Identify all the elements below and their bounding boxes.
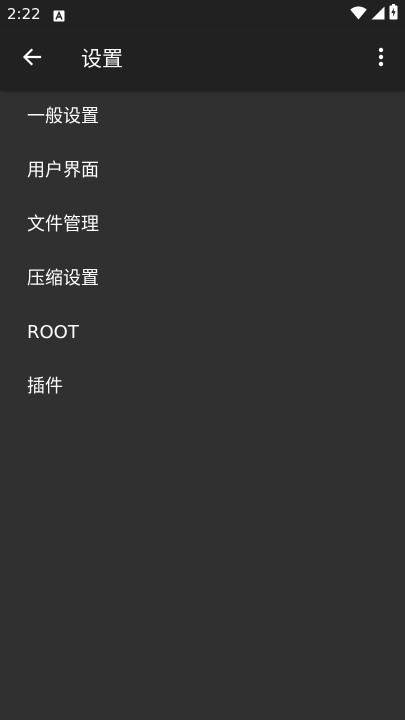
page-title: 设置 <box>81 47 123 71</box>
settings-item-root[interactable]: ROOT <box>0 306 405 360</box>
settings-item-label: 文件管理 <box>27 214 99 235</box>
settings-item-general[interactable]: 一般设置 <box>0 90 405 144</box>
back-button[interactable] <box>10 37 54 81</box>
settings-item-compression[interactable]: 压缩设置 <box>0 252 405 306</box>
status-time: 2:22 <box>7 5 41 23</box>
settings-item-label: 压缩设置 <box>27 268 99 289</box>
settings-item-user-interface[interactable]: 用户界面 <box>0 144 405 198</box>
arrow-back-icon <box>22 47 42 71</box>
more-options-button[interactable] <box>363 37 399 81</box>
app-toolbar: 设置 <box>0 28 405 90</box>
status-bar: 2:22 <box>0 0 405 28</box>
notification-a-icon <box>53 7 65 22</box>
settings-item-label: 一般设置 <box>27 106 99 127</box>
wifi-icon <box>350 5 367 24</box>
settings-item-file-management[interactable]: 文件管理 <box>0 198 405 252</box>
settings-item-plugins[interactable]: 插件 <box>0 360 405 414</box>
settings-screen: 2:22 设置 一般设置 用户界面 文件管理 压缩设置 ROOT 插件 <box>0 0 405 720</box>
status-icons <box>350 4 398 24</box>
battery-charging-icon <box>389 4 398 24</box>
signal-icon <box>371 5 385 24</box>
settings-list: 一般设置 用户界面 文件管理 压缩设置 ROOT 插件 <box>0 90 405 414</box>
settings-item-label: 插件 <box>27 376 63 397</box>
settings-item-label: ROOT <box>27 322 79 343</box>
more-vert-icon <box>378 47 384 71</box>
settings-item-label: 用户界面 <box>27 160 99 181</box>
